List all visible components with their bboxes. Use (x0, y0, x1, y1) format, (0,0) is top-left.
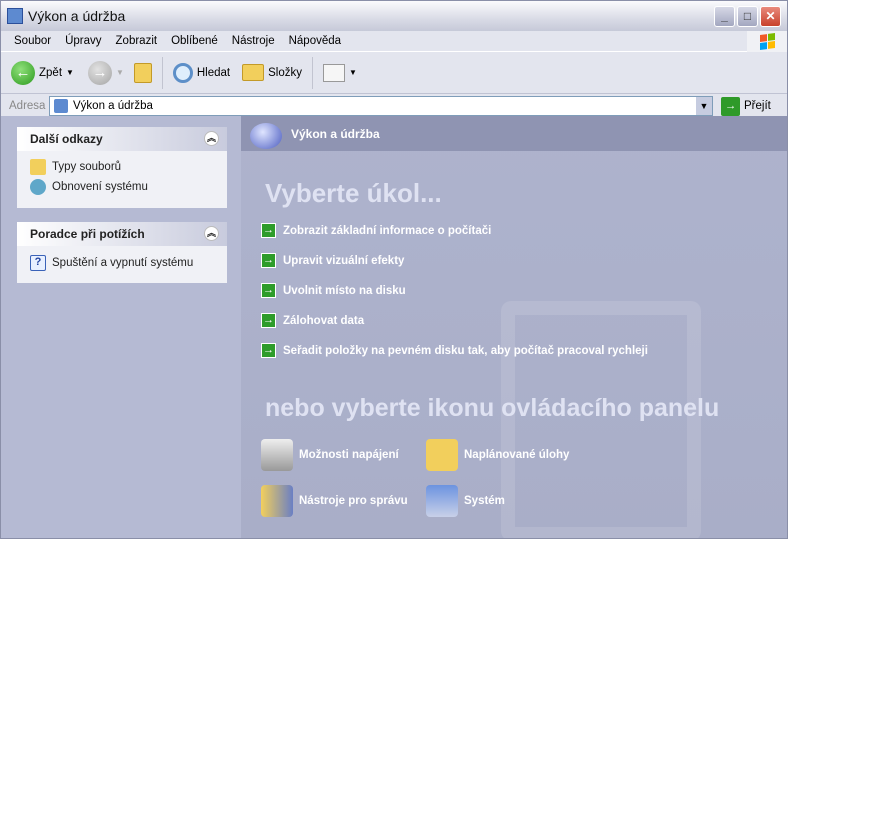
arrow-icon: → (261, 313, 276, 328)
task-pane: Další odkazy ︽ Typy souborů Obnovení syst… (1, 116, 241, 538)
minimize-button[interactable]: _ (714, 6, 735, 27)
task-label: Zálohovat data (283, 314, 365, 327)
back-button[interactable]: ← Zpět ▼ (11, 60, 74, 85)
menu-bar: Soubor Úpravy Zobrazit Oblíbené Nástroje… (1, 31, 787, 52)
separator (311, 56, 313, 89)
link-label: Typy souborů (52, 161, 122, 173)
menu-zobrazit[interactable]: Zobrazit (109, 35, 165, 47)
panel-header[interactable]: Další odkazy ︽ (17, 127, 227, 151)
arrow-icon: → (261, 223, 276, 238)
category-title: Výkon a údržba (291, 126, 380, 141)
power-options-link[interactable]: Možnosti napájení (261, 439, 399, 471)
pick-icon-heading: nebo vyberte ikonu ovládacího panelu (265, 394, 720, 422)
icon-label: Možnosti napájení (299, 449, 399, 461)
task-link[interactable]: → Upravit vizuální efekty (261, 253, 404, 268)
search-icon (172, 62, 193, 83)
title-bar[interactable]: Výkon a údržba _ □ ✕ (1, 1, 787, 31)
icon-label: Naplánované úlohy (464, 449, 570, 461)
menu-nastroje[interactable]: Nástroje (225, 35, 282, 47)
windows-logo-icon (747, 31, 787, 52)
task-label: Uvolnit místo na disku (283, 284, 406, 297)
icon-label: Systém (464, 495, 505, 507)
go-arrow-icon: → (721, 96, 740, 116)
icon-label: Nástroje pro správu (299, 495, 408, 507)
task-label: Seřadit položky na pevném disku tak, aby… (283, 344, 648, 357)
forward-dropdown-icon: ▼ (115, 68, 124, 77)
address-bar: Adresa Výkon a údržba ▼ → Přejít (1, 94, 787, 118)
views-dropdown-icon: ▼ (348, 68, 357, 77)
forward-arrow-icon: → (87, 60, 112, 85)
link-system-restore[interactable]: Obnovení systému (17, 177, 227, 197)
address-label: Adresa (9, 100, 46, 112)
system-link[interactable]: Systém (426, 485, 505, 517)
folders-icon (242, 64, 265, 81)
folders-label: Složky (268, 66, 302, 79)
up-folder-icon (133, 62, 152, 83)
admin-tools-link[interactable]: Nástroje pro správu (261, 485, 408, 517)
address-value: Výkon a údržba (73, 100, 153, 112)
panel-title: Další odkazy (30, 132, 103, 146)
task-link[interactable]: → Zobrazit základní informace o počítači (261, 223, 491, 238)
arrow-icon: → (261, 253, 276, 268)
task-label: Upravit vizuální efekty (283, 254, 405, 267)
address-dropdown-button[interactable]: ▼ (696, 97, 712, 115)
arrow-icon: → (261, 343, 276, 358)
task-label: Zobrazit základní informace o počítači (283, 224, 492, 237)
close-button[interactable]: ✕ (760, 6, 781, 27)
folder-check-icon (30, 159, 46, 175)
folders-button[interactable]: Složky (242, 64, 302, 81)
back-label: Zpět (39, 66, 63, 79)
task-link[interactable]: → Uvolnit místo na disku (261, 283, 406, 298)
admin-tools-icon (261, 485, 293, 517)
troubleshooter-panel: Poradce při potížích ︽ ? Spuštění a vypnut… (17, 222, 227, 283)
category-header: Výkon a údržba (241, 116, 787, 151)
system-restore-icon (30, 179, 46, 195)
category-view: Výkon a údržba Vyberte úkol... → Zobrazit… (241, 116, 787, 538)
link-label: Spuštění a vypnutí systému (52, 257, 194, 269)
other-places-panel: Další odkazy ︽ Typy souborů Obnovení syst… (17, 127, 227, 208)
separator (161, 56, 163, 89)
explorer-window: Výkon a údržba _ □ ✕ Soubor Úpravy Zobra… (0, 0, 788, 539)
go-label: Přejít (744, 100, 771, 112)
go-button[interactable]: → Přejít (721, 96, 771, 116)
link-label: Obnovení systému (52, 181, 148, 193)
back-arrow-icon: ← (11, 60, 35, 85)
collapse-icon[interactable]: ︽ (204, 226, 219, 241)
arrow-icon: → (261, 283, 276, 298)
system-icon (426, 485, 458, 517)
menu-soubor[interactable]: Soubor (7, 35, 58, 47)
toolbar: ← Zpět ▼ → ▼ Hledat Složky ▼ (1, 52, 787, 94)
menu-upravy[interactable]: Úpravy (58, 35, 108, 47)
pick-task-heading: Vyberte úkol... (265, 178, 442, 208)
control-panel-icon (54, 99, 68, 113)
panel-title: Poradce při potížích (30, 227, 145, 241)
task-link[interactable]: → Zálohovat data (261, 313, 364, 328)
search-button[interactable]: Hledat (172, 62, 231, 83)
views-icon (322, 63, 345, 82)
menu-napoveda[interactable]: Nápověda (282, 35, 348, 47)
task-link[interactable]: → Seřadit položky na pevném disku tak, ab… (261, 343, 648, 358)
collapse-icon[interactable]: ︽ (204, 131, 219, 146)
power-options-icon (261, 439, 293, 471)
back-dropdown-icon[interactable]: ▼ (66, 68, 74, 77)
link-startup-shutdown[interactable]: ? Spuštění a vypnutí systému (17, 253, 227, 273)
scheduled-tasks-icon (426, 439, 458, 471)
window-title: Výkon a údržba (28, 8, 126, 24)
maximize-button[interactable]: □ (737, 6, 758, 27)
scheduled-tasks-link[interactable]: Naplánované úlohy (426, 439, 569, 471)
link-file-types[interactable]: Typy souborů (17, 157, 227, 177)
panel-header[interactable]: Poradce při potížích ︽ (17, 222, 227, 246)
views-button[interactable]: ▼ (322, 63, 357, 82)
up-folder-button[interactable] (133, 62, 152, 83)
search-label: Hledat (196, 66, 231, 79)
menu-oblibene[interactable]: Oblíbené (164, 35, 225, 47)
forward-button[interactable]: → ▼ (87, 60, 124, 85)
help-icon: ? (30, 255, 46, 271)
performance-pie-icon (250, 123, 282, 149)
control-panel-icon (7, 8, 23, 24)
address-input[interactable]: Výkon a údržba ▼ (49, 96, 713, 116)
